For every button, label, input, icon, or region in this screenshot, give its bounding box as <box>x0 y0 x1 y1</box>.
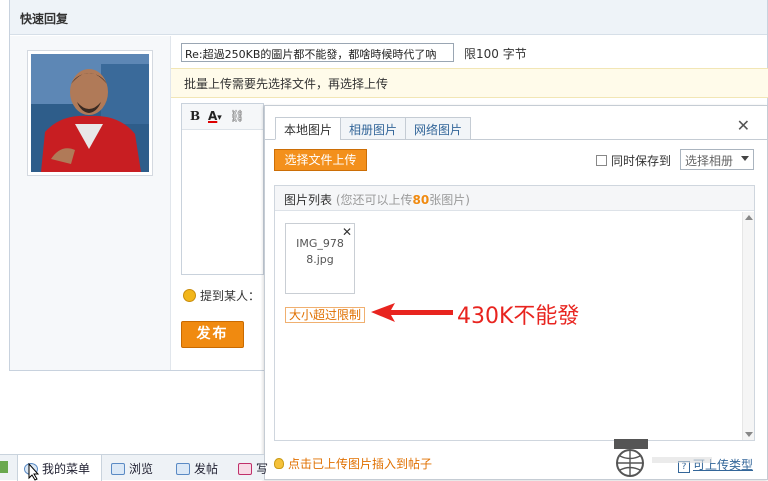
image-upload-dialog: 本地图片 相册图片 网络图片 ✕ 选择文件上传 同时保存到 选择相册 图片列表 … <box>264 105 768 480</box>
hint-suffix: 张图片) <box>429 193 470 207</box>
upload-notice: 批量上传需要先选择文件，再选择上传 <box>171 68 768 98</box>
save-to-checkbox[interactable] <box>596 155 607 166</box>
limit-prefix: 限 <box>464 47 477 61</box>
save-to-label: 同时保存到 <box>611 154 672 168</box>
size-error-badge: 大小超过限制 <box>285 307 366 323</box>
link-icon[interactable]: ⛓ <box>230 109 245 123</box>
remaining-count: 80 <box>412 193 430 207</box>
scrollbar[interactable] <box>742 212 754 440</box>
lightbulb-icon <box>274 458 284 469</box>
limit-suffix: 字节 <box>498 47 527 61</box>
chevron-down-icon <box>741 156 749 161</box>
write-icon <box>238 463 252 475</box>
download-icon[interactable] <box>0 461 8 473</box>
mention-icon <box>183 289 196 302</box>
author-sidebar <box>10 36 171 370</box>
image-list: 图片列表 (您还可以上传80张图片) ✕ IMG_978 8.jpg 大小超过限… <box>274 185 755 441</box>
chevron-down-icon[interactable]: ▾ <box>217 113 222 123</box>
save-to-album[interactable]: 同时保存到 <box>596 152 671 169</box>
album-select-value: 选择相册 <box>685 154 734 168</box>
image-list-title: 图片列表 <box>284 193 333 207</box>
post-item[interactable]: 发帖 <box>176 460 218 477</box>
publish-button[interactable]: 发布 <box>181 321 244 348</box>
post-icon <box>176 463 190 475</box>
album-select[interactable]: 选择相册 <box>680 149 754 170</box>
close-icon[interactable]: ✕ <box>737 117 750 135</box>
remove-image-icon[interactable]: ✕ <box>342 224 352 240</box>
annotation-text: 430K不能發 <box>457 304 580 329</box>
avatar[interactable] <box>27 50 153 176</box>
post-label: 发帖 <box>194 462 219 476</box>
insert-images-label: 点击已上传图片插入到帖子 <box>288 457 433 471</box>
image-source-tabs: 本地图片 相册图片 网络图片 <box>275 117 472 140</box>
scroll-up-icon[interactable] <box>745 215 753 220</box>
scroll-down-icon[interactable] <box>745 432 753 437</box>
choose-file-button[interactable]: 选择文件上传 <box>274 149 367 171</box>
subject-limit: 限100 字节 <box>464 45 527 62</box>
browse-label: 浏览 <box>129 462 154 476</box>
image-list-header: 图片列表 (您还可以上传80张图片) <box>275 186 754 211</box>
browse-item[interactable]: 浏览 <box>111 460 153 477</box>
write-item[interactable]: 写 <box>238 460 268 477</box>
help-icon: ? <box>678 461 690 473</box>
write-label: 写 <box>256 462 269 476</box>
my-menu-label: 我的菜单 <box>42 462 91 476</box>
mention-someone[interactable]: 提到某人： <box>183 287 260 304</box>
image-list-hint: (您还可以上传80张图片) <box>332 193 470 207</box>
annotation-arrow-icon <box>371 303 453 322</box>
insert-images-link[interactable]: 点击已上传图片插入到帖子 <box>274 455 432 472</box>
upload-types-label: 可上传类型 <box>693 458 754 472</box>
avatar-image <box>31 54 149 172</box>
reply-editor[interactable]: B A▾ ⛓ <box>181 103 264 275</box>
quick-reply-title: 快速回复 <box>10 0 767 35</box>
editor-toolbar: B A▾ ⛓ <box>182 104 263 130</box>
browse-icon <box>111 463 125 475</box>
mention-label: 提到某人： <box>200 289 261 303</box>
mouse-cursor-icon <box>28 463 40 481</box>
subject-input[interactable]: Re:超過250KB的圖片都不能發，都啥時候時代了吶 <box>181 43 454 62</box>
hint-prefix: (您还可以上传 <box>332 193 413 207</box>
tab-web-images[interactable]: 网络图片 <box>405 117 472 140</box>
tab-album-images[interactable]: 相册图片 <box>340 117 407 140</box>
limit-number: 100 <box>476 47 499 61</box>
tab-local-images[interactable]: 本地图片 <box>275 117 342 140</box>
bold-icon[interactable]: B <box>190 109 200 123</box>
file-name-line-2: 8.jpg <box>306 253 334 266</box>
upload-types-link[interactable]: ? 可上传类型 <box>678 456 753 473</box>
font-color-icon[interactable]: A <box>208 109 217 123</box>
image-thumbnail[interactable]: ✕ IMG_978 8.jpg <box>285 223 355 294</box>
